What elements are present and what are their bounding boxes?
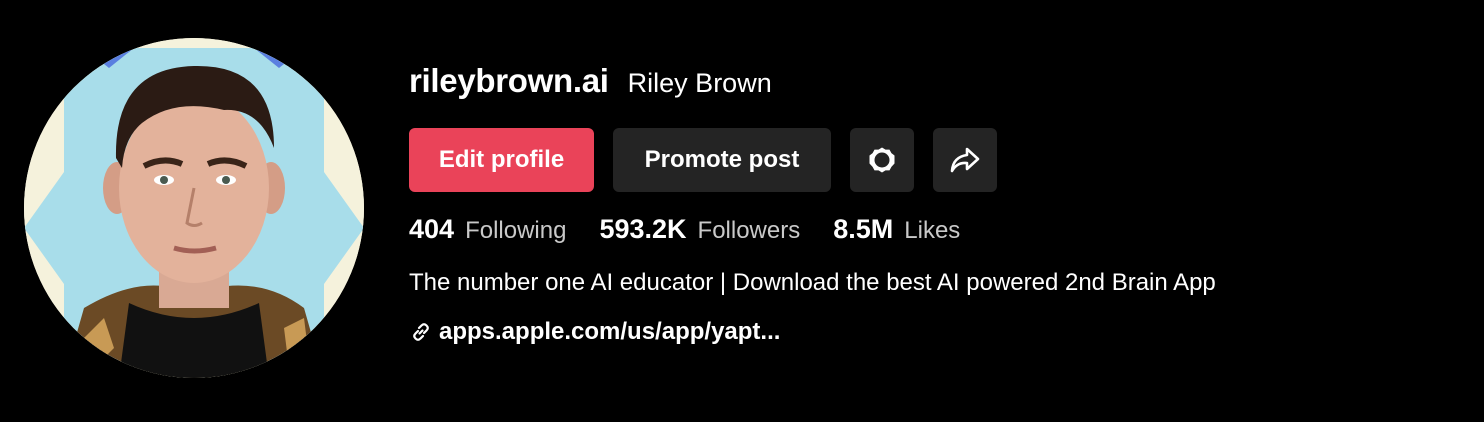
display-name: Riley Brown bbox=[627, 68, 772, 98]
profile-actions: Edit profile Promote post bbox=[409, 128, 1216, 192]
stat-likes: 8.5M Likes bbox=[833, 214, 960, 245]
stat-label: Following bbox=[465, 217, 567, 244]
gear-icon bbox=[869, 147, 895, 173]
username: rileybrown.ai bbox=[409, 62, 609, 99]
avatar-image bbox=[24, 38, 364, 378]
name-row: rileybrown.ai Riley Brown bbox=[409, 62, 1216, 108]
stat-value: 8.5M bbox=[833, 214, 894, 244]
profile-info: rileybrown.ai Riley Brown Edit profile P… bbox=[409, 62, 1216, 346]
stat-value: 593.2K bbox=[599, 214, 687, 244]
profile-bio: The number one AI educator | Download th… bbox=[409, 269, 1216, 296]
share-button[interactable] bbox=[933, 128, 997, 192]
edit-profile-button[interactable]: Edit profile bbox=[409, 128, 594, 192]
stat-label: Followers bbox=[697, 217, 801, 244]
profile-header: rileybrown.ai Riley Brown Edit profile P… bbox=[0, 0, 1484, 422]
link-icon bbox=[413, 323, 429, 341]
stat-following[interactable]: 404 Following bbox=[409, 214, 566, 245]
link-text: apps.apple.com/us/app/yapt... bbox=[439, 318, 781, 345]
profile-link[interactable]: apps.apple.com/us/app/yapt... bbox=[409, 318, 1216, 346]
promote-post-button[interactable]: Promote post bbox=[613, 128, 831, 192]
share-icon bbox=[950, 147, 980, 173]
avatar[interactable] bbox=[24, 38, 364, 378]
stat-followers[interactable]: 593.2K Followers bbox=[599, 214, 800, 245]
stat-value: 404 bbox=[409, 214, 455, 244]
profile-stats: 404 Following 593.2K Followers 8.5M Like… bbox=[409, 214, 1216, 250]
settings-button[interactable] bbox=[850, 128, 914, 192]
stat-label: Likes bbox=[904, 217, 961, 244]
